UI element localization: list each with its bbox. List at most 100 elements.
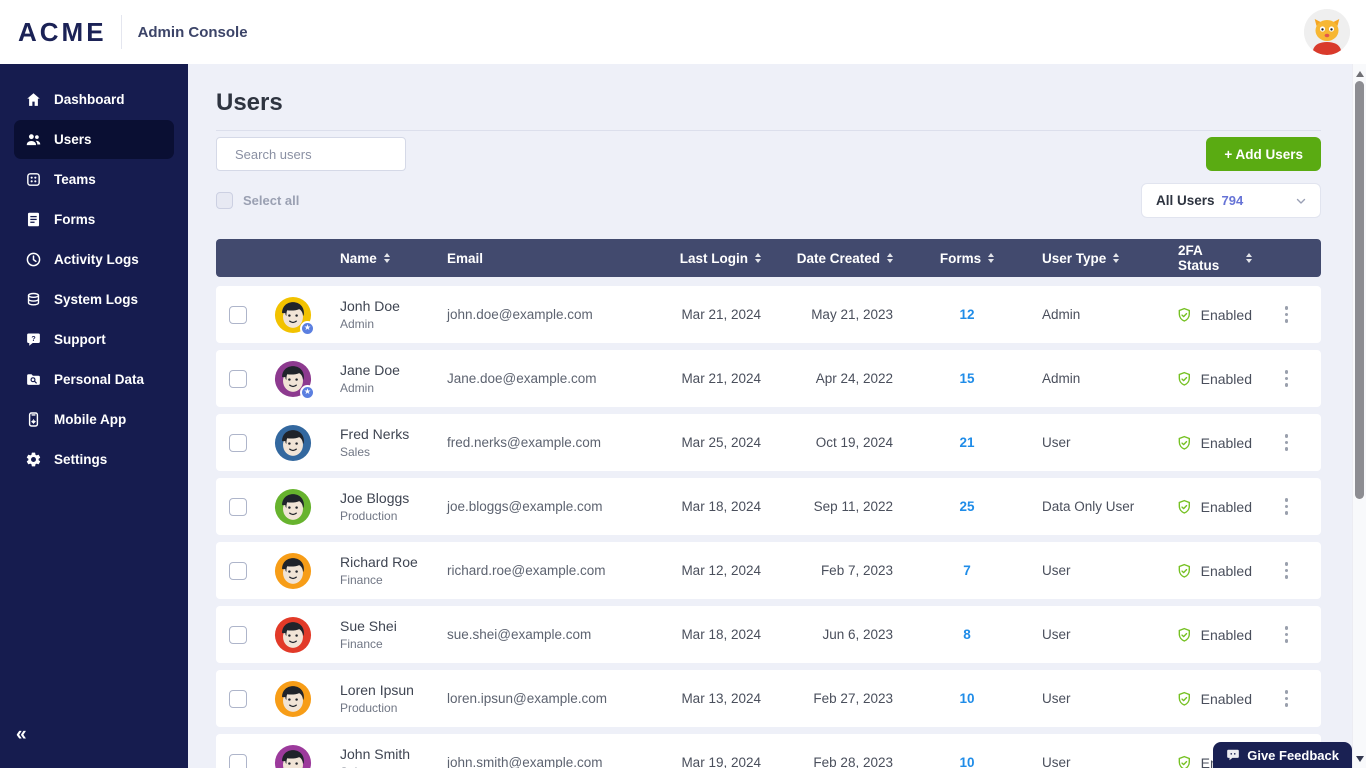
table-row: Loren Ipsun Production loren.ipsun@example… [216, 670, 1321, 727]
row-checkbox[interactable] [229, 305, 247, 324]
column-header-name[interactable]: Name [322, 251, 447, 266]
forms-count-link[interactable]: 8 [963, 627, 971, 642]
sidebar-item-users[interactable]: Users [14, 120, 174, 159]
sidebar-collapse-button[interactable]: « [16, 725, 27, 744]
user-department: Production [340, 509, 398, 523]
user-name: Jonh Doe [340, 298, 400, 314]
cell-2fa-status: Enabled [1127, 562, 1252, 580]
cell-forms: 12 [917, 306, 1017, 324]
feedback-bubble-icon [1227, 749, 1240, 761]
cell-2fa-status: Enabled [1127, 626, 1252, 644]
scrollbar-up-arrow[interactable] [1356, 71, 1364, 77]
sidebar-item-label: Activity Logs [54, 252, 139, 267]
shield-check-icon [1178, 499, 1190, 514]
cell-name: Richard Roe Finance [322, 554, 447, 587]
topbar-divider [120, 15, 122, 49]
column-header-last-login[interactable]: Last Login [667, 251, 777, 266]
sidebar-item-personal-data[interactable]: Personal Data [14, 360, 174, 399]
forms-count-link[interactable]: 21 [959, 435, 974, 450]
sidebar-item-settings[interactable]: Settings [14, 440, 174, 479]
user-department: Admin [340, 317, 375, 331]
cell-actions [1252, 494, 1321, 519]
give-feedback-button[interactable]: Give Feedback [1213, 742, 1352, 768]
sidebar-nav: Dashboard Users Teams Forms Activity Logs Sys… [0, 64, 188, 479]
sidebar-item-system-logs[interactable]: System Logs [14, 280, 174, 319]
sidebar: Dashboard Users Teams Forms Activity Logs Sys… [0, 64, 188, 768]
vertical-scrollbar[interactable] [1352, 64, 1366, 768]
add-users-button[interactable]: + Add Users [1206, 137, 1321, 171]
cell-date-created: Feb 27, 2023 [813, 691, 893, 706]
column-label: Date Created [796, 250, 880, 266]
forms-count-link[interactable]: 12 [959, 307, 974, 322]
forms-count-link[interactable]: 10 [959, 755, 974, 768]
row-checkbox[interactable] [229, 561, 247, 580]
column-header-email: Email [447, 251, 667, 266]
row-menu-kebab-icon[interactable] [1279, 622, 1295, 647]
cell-last-login: Mar 12, 2024 [681, 563, 761, 578]
cell-actions [1252, 686, 1321, 711]
acme-logo: ACME [18, 16, 107, 47]
row-menu-kebab-icon[interactable] [1279, 558, 1295, 583]
teams-icon [25, 171, 42, 188]
personal-data-icon [25, 371, 42, 388]
tfa-status-text: Enabled [1200, 306, 1252, 323]
forms-count-link[interactable]: 10 [959, 691, 974, 706]
app-title: Admin Console [137, 23, 248, 41]
user-name: Fred Nerks [340, 426, 410, 442]
avatar [274, 744, 312, 768]
column-header-date-created[interactable]: Date Created [777, 251, 917, 266]
sidebar-item-activity-logs[interactable]: Activity Logs [14, 240, 174, 279]
forms-count-link[interactable]: 15 [959, 371, 974, 386]
row-menu-kebab-icon[interactable] [1279, 686, 1295, 711]
cell-email: joe.bloggs@example.com [447, 499, 603, 514]
cell-name: Joe Bloggs Production [322, 490, 447, 523]
column-header-2fa-status[interactable]: 2FA Status [1127, 243, 1252, 273]
avatar: ★ [274, 360, 315, 400]
search-box [216, 137, 411, 171]
users-table: Name Email Last Login Date Created Forms User… [216, 239, 1321, 768]
row-menu-kebab-icon[interactable] [1279, 366, 1295, 391]
row-menu-kebab-icon[interactable] [1279, 430, 1295, 455]
sort-arrows-icon [1246, 252, 1252, 264]
sidebar-item-mobile-app[interactable]: Mobile App [14, 400, 174, 439]
row-checkbox[interactable] [229, 689, 247, 708]
tfa-status-text: Enabled [1200, 434, 1252, 451]
column-header-forms[interactable]: Forms [917, 251, 1017, 266]
row-checkbox[interactable] [229, 433, 247, 452]
profile-avatar[interactable] [1304, 9, 1350, 55]
sidebar-item-support[interactable]: ? Support [14, 320, 174, 359]
user-name: John Smith [340, 746, 411, 762]
cell-forms: 10 [917, 754, 1017, 768]
scrollbar-thumb[interactable] [1355, 81, 1364, 499]
row-menu-kebab-icon[interactable] [1279, 302, 1295, 327]
row-checkbox[interactable] [229, 497, 247, 516]
row-checkbox[interactable] [229, 369, 247, 388]
cat-avatar-icon [1304, 9, 1350, 55]
user-name: Loren Ipsun [340, 682, 414, 698]
sidebar-item-teams[interactable]: Teams [14, 160, 174, 199]
avatar [274, 488, 312, 526]
user-name: Sue Shei [340, 618, 397, 634]
row-checkbox[interactable] [229, 625, 247, 644]
row-menu-kebab-icon[interactable] [1279, 494, 1295, 519]
support-icon: ? [25, 331, 42, 348]
column-header-user-type[interactable]: User Type [1017, 251, 1127, 266]
user-name: Jane Doe [340, 362, 400, 378]
forms-count-link[interactable]: 7 [963, 563, 971, 578]
sidebar-item-forms[interactable]: Forms [14, 200, 174, 239]
search-input[interactable] [235, 146, 411, 162]
cell-2fa-status: Enabled [1127, 434, 1252, 452]
sidebar-item-dashboard[interactable]: Dashboard [14, 80, 174, 119]
user-avatar-illustration [274, 488, 312, 525]
user-department: Admin [340, 381, 375, 395]
scrollbar-down-arrow[interactable] [1356, 756, 1364, 762]
select-all-checkbox[interactable] [216, 192, 233, 209]
row-checkbox[interactable] [229, 753, 247, 768]
sort-arrows-icon [383, 252, 390, 264]
cell-forms: 8 [917, 626, 1017, 644]
forms-count-link[interactable]: 25 [959, 499, 974, 514]
user-avatar-illustration [274, 744, 312, 768]
avatar [274, 424, 312, 462]
user-filter-dropdown[interactable]: All Users 794 [1141, 183, 1321, 218]
toolbar-second-row: Select all All Users 794 [216, 183, 1321, 218]
